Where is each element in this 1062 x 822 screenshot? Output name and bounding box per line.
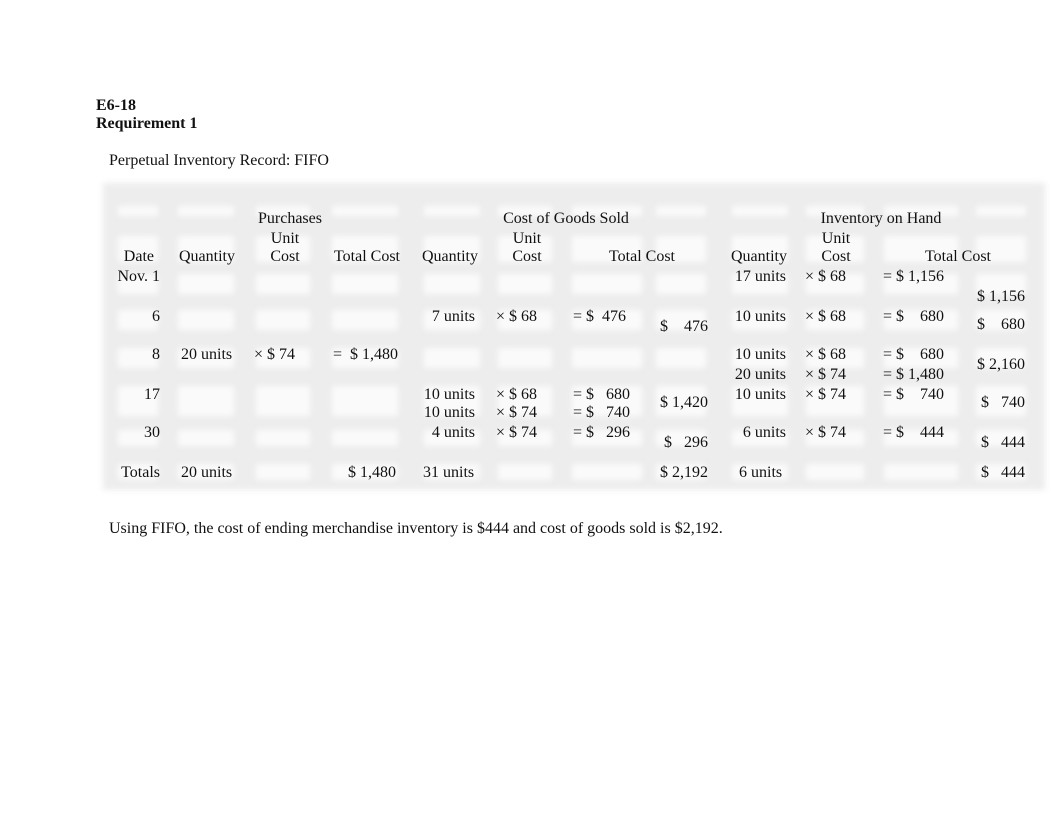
inventory-quantity: 10 units — [734, 386, 786, 403]
inventory-unit-cost: × $ 68 — [805, 308, 847, 325]
inventory-quantity: 10 units — [734, 308, 786, 325]
cell-background — [498, 464, 552, 480]
inventory-line-total: = $ 1,156 — [883, 268, 945, 285]
record-title: Perpetual Inventory Record: FIFO — [109, 152, 329, 169]
inventory-line-total: = $ 1,480 — [883, 366, 945, 383]
cogs-unit-cost: × $ 68 — [496, 308, 538, 325]
totals-inventory-quantity: 6 units — [739, 464, 783, 481]
purchase-quantity: 20 units — [181, 346, 233, 363]
col-header-inventory-total: Total Cost — [925, 248, 991, 265]
cell-background — [178, 206, 234, 216]
cogs-unit-cost: × $ 74 — [496, 404, 538, 421]
inventory-total: $ 1,156 — [977, 288, 1025, 305]
col-header-purchase-unit: Unit — [270, 230, 300, 247]
cell-background — [178, 310, 234, 330]
cell-background — [656, 206, 706, 216]
inventory-quantity: 10 units — [734, 346, 786, 363]
cell-background — [178, 274, 234, 294]
inventory-line-total: = $ 740 — [883, 386, 945, 403]
totals-inventory-total: $ 444 — [981, 464, 1025, 481]
cogs-line-total: = $ 476 — [573, 308, 627, 325]
col-header-inventory-cost: Cost — [821, 248, 851, 265]
totals-cogs-quantity: 31 units — [423, 464, 475, 481]
group-header-purchases: Purchases — [258, 210, 322, 227]
cogs-quantity: 7 units — [431, 308, 475, 325]
col-header-purchase-total: Total Cost — [334, 248, 400, 265]
totals-cogs-total: $ 2,192 — [660, 464, 708, 481]
cogs-unit-cost: × $ 68 — [496, 386, 538, 403]
cell-background — [256, 430, 310, 446]
inventory-total: $ 444 — [981, 434, 1025, 451]
cell-background — [332, 430, 398, 446]
totals-label: Totals — [121, 464, 160, 481]
inventory-total: $ 2,160 — [977, 356, 1025, 373]
cell-background — [424, 348, 480, 368]
cell-background — [656, 348, 706, 368]
cell-background — [572, 274, 642, 294]
col-header-purchase-cost: Cost — [270, 248, 300, 265]
cogs-total: $ 1,420 — [660, 394, 708, 411]
inventory-line-total: = $ 680 — [883, 346, 945, 363]
col-header-inventory-quantity: Quantity — [731, 248, 787, 265]
cell-background — [118, 206, 158, 216]
col-header-cogs-total: Total Cost — [609, 248, 675, 265]
inventory-line-total: = $ 444 — [883, 424, 945, 441]
col-header-cogs-unit: Unit — [512, 230, 542, 247]
cell-background — [572, 348, 642, 368]
purchase-unit-cost: × $ 74 — [254, 346, 296, 363]
cogs-quantity: 10 units — [423, 386, 475, 403]
inventory-total: $ 680 — [977, 316, 1025, 333]
cell-background — [178, 386, 234, 416]
totals-purchase-total: $ 1,480 — [348, 464, 396, 481]
cell-background — [498, 274, 552, 294]
cogs-total: $ 296 — [664, 434, 708, 451]
col-header-cogs-quantity: Quantity — [422, 248, 478, 265]
cell-background — [256, 274, 310, 294]
row-date: 17 — [144, 386, 160, 403]
row-date: 30 — [144, 424, 160, 441]
col-header-cogs-cost: Cost — [512, 248, 542, 265]
purchase-total-cost: = $ 1,480 — [333, 346, 399, 363]
cell-background — [332, 386, 398, 416]
cell-background — [498, 348, 552, 368]
row-date: 8 — [152, 346, 160, 363]
cell-background — [656, 274, 706, 294]
cell-background — [424, 206, 480, 216]
inventory-unit-cost: × $ 68 — [805, 268, 847, 285]
col-header-purchase-quantity: Quantity — [179, 248, 235, 265]
cell-background — [332, 310, 398, 330]
inventory-total: $ 740 — [981, 394, 1025, 411]
cell-background — [732, 206, 788, 216]
cell-background — [256, 310, 310, 330]
col-header-inventory-unit: Unit — [821, 230, 851, 247]
cogs-quantity: 4 units — [431, 424, 475, 441]
cell-background — [806, 464, 864, 480]
cell-background — [332, 274, 398, 294]
cell-background — [976, 206, 1026, 216]
cogs-quantity: 10 units — [423, 404, 475, 421]
group-header-cogs: Cost of Goods Sold — [503, 210, 629, 227]
exercise-title: E6-18 — [96, 97, 136, 114]
inventory-unit-cost: × $ 74 — [805, 366, 847, 383]
group-header-inventory: Inventory on Hand — [820, 210, 942, 227]
requirement-title: Requirement 1 — [96, 115, 198, 132]
cell-background — [256, 386, 310, 416]
inventory-unit-cost: × $ 74 — [805, 386, 847, 403]
row-date: 6 — [152, 308, 160, 325]
conclusion-text: Using FIFO, the cost of ending merchandi… — [109, 520, 723, 537]
row-date: Nov. 1 — [117, 268, 160, 285]
cell-background — [178, 430, 234, 446]
col-header-date: Date — [123, 248, 154, 265]
totals-purchase-quantity: 20 units — [181, 464, 233, 481]
cell-background — [424, 274, 480, 294]
inventory-line-total: = $ 680 — [883, 308, 945, 325]
cogs-total: $ 476 — [660, 318, 708, 335]
inventory-quantity: 6 units — [742, 424, 786, 441]
inventory-quantity: 20 units — [734, 366, 786, 383]
inventory-unit-cost: × $ 74 — [805, 424, 847, 441]
inventory-quantity: 17 units — [734, 268, 786, 285]
cogs-unit-cost: × $ 74 — [496, 424, 538, 441]
inventory-unit-cost: × $ 68 — [805, 346, 847, 363]
